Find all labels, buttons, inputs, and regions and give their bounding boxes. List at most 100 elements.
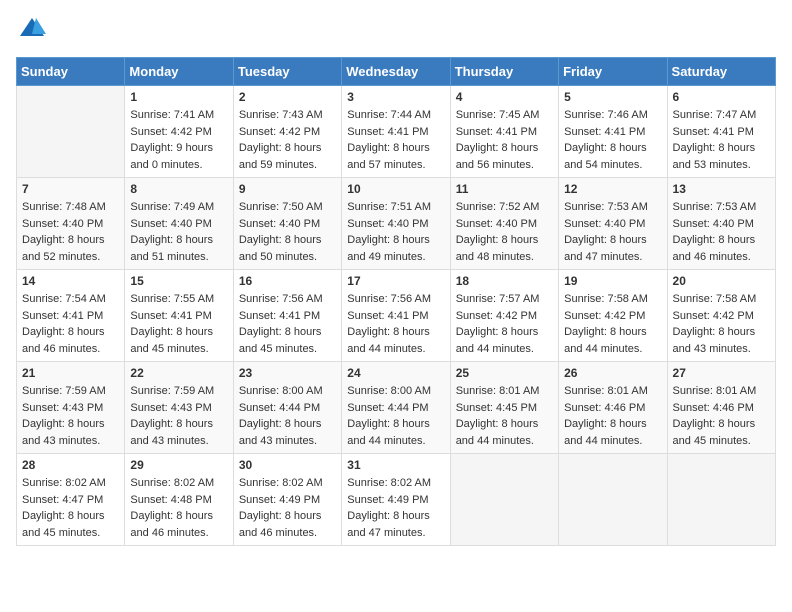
cell-line: Sunset: 4:43 PM (22, 400, 119, 417)
cell-line: and 53 minutes. (673, 157, 770, 174)
day-number: 3 (347, 90, 444, 104)
day-number: 12 (564, 182, 661, 196)
cell-line: Sunset: 4:41 PM (239, 308, 336, 325)
calendar-cell: 8Sunrise: 7:49 AMSunset: 4:40 PMDaylight… (125, 178, 233, 270)
cell-line: Sunrise: 7:46 AM (564, 107, 661, 124)
cell-line: Daylight: 8 hours (564, 324, 661, 341)
cell-line: and 46 minutes. (239, 525, 336, 542)
cell-line: Sunset: 4:42 PM (673, 308, 770, 325)
cell-line: Sunset: 4:43 PM (130, 400, 227, 417)
cell-line: and 43 minutes. (22, 433, 119, 450)
cell-line: Sunset: 4:46 PM (564, 400, 661, 417)
cell-line: Sunset: 4:49 PM (239, 492, 336, 509)
cell-line: and 46 minutes. (673, 249, 770, 266)
day-number: 26 (564, 366, 661, 380)
calendar-cell: 29Sunrise: 8:02 AMSunset: 4:48 PMDayligh… (125, 454, 233, 546)
day-number: 18 (456, 274, 553, 288)
calendar-cell: 13Sunrise: 7:53 AMSunset: 4:40 PMDayligh… (667, 178, 775, 270)
cell-line: Daylight: 8 hours (347, 508, 444, 525)
calendar-cell (667, 454, 775, 546)
cell-line: Sunrise: 7:58 AM (564, 291, 661, 308)
day-number: 15 (130, 274, 227, 288)
cell-line: Daylight: 8 hours (22, 416, 119, 433)
cell-line: and 45 minutes. (673, 433, 770, 450)
calendar-cell (450, 454, 558, 546)
calendar-cell: 4Sunrise: 7:45 AMSunset: 4:41 PMDaylight… (450, 86, 558, 178)
cell-line: Sunrise: 7:48 AM (22, 199, 119, 216)
weekday-header-tuesday: Tuesday (233, 58, 341, 86)
cell-line: Daylight: 8 hours (673, 324, 770, 341)
calendar-cell: 2Sunrise: 7:43 AMSunset: 4:42 PMDaylight… (233, 86, 341, 178)
calendar-cell: 23Sunrise: 8:00 AMSunset: 4:44 PMDayligh… (233, 362, 341, 454)
cell-line: and 44 minutes. (456, 433, 553, 450)
cell-line: Sunrise: 8:02 AM (130, 475, 227, 492)
cell-line: and 54 minutes. (564, 157, 661, 174)
cell-line: Sunset: 4:42 PM (130, 124, 227, 141)
cell-line: Sunset: 4:45 PM (456, 400, 553, 417)
day-number: 28 (22, 458, 119, 472)
cell-line: Sunrise: 7:54 AM (22, 291, 119, 308)
day-number: 23 (239, 366, 336, 380)
cell-line: Sunset: 4:47 PM (22, 492, 119, 509)
cell-line: Daylight: 8 hours (456, 140, 553, 157)
cell-line: Daylight: 8 hours (673, 232, 770, 249)
cell-line: Daylight: 8 hours (564, 416, 661, 433)
calendar-cell: 24Sunrise: 8:00 AMSunset: 4:44 PMDayligh… (342, 362, 450, 454)
cell-line: and 59 minutes. (239, 157, 336, 174)
calendar-week-3: 14Sunrise: 7:54 AMSunset: 4:41 PMDayligh… (17, 270, 776, 362)
day-number: 1 (130, 90, 227, 104)
calendar-cell: 18Sunrise: 7:57 AMSunset: 4:42 PMDayligh… (450, 270, 558, 362)
weekday-header-sunday: Sunday (17, 58, 125, 86)
cell-line: Daylight: 8 hours (130, 232, 227, 249)
cell-line: Sunrise: 7:56 AM (347, 291, 444, 308)
cell-line: Daylight: 8 hours (456, 416, 553, 433)
day-number: 25 (456, 366, 553, 380)
calendar-cell: 11Sunrise: 7:52 AMSunset: 4:40 PMDayligh… (450, 178, 558, 270)
calendar-cell: 3Sunrise: 7:44 AMSunset: 4:41 PMDaylight… (342, 86, 450, 178)
cell-line: and 47 minutes. (564, 249, 661, 266)
day-number: 29 (130, 458, 227, 472)
calendar-cell: 26Sunrise: 8:01 AMSunset: 4:46 PMDayligh… (559, 362, 667, 454)
cell-line: Sunrise: 7:53 AM (673, 199, 770, 216)
cell-line: Daylight: 8 hours (239, 324, 336, 341)
calendar-cell: 14Sunrise: 7:54 AMSunset: 4:41 PMDayligh… (17, 270, 125, 362)
cell-line: and 46 minutes. (130, 525, 227, 542)
logo (16, 16, 46, 45)
day-number: 19 (564, 274, 661, 288)
cell-line: and 0 minutes. (130, 157, 227, 174)
cell-line: Sunrise: 7:57 AM (456, 291, 553, 308)
cell-line: and 47 minutes. (347, 525, 444, 542)
calendar-cell: 9Sunrise: 7:50 AMSunset: 4:40 PMDaylight… (233, 178, 341, 270)
cell-line: Sunset: 4:42 PM (239, 124, 336, 141)
cell-line: Sunrise: 7:44 AM (347, 107, 444, 124)
day-number: 17 (347, 274, 444, 288)
cell-line: and 48 minutes. (456, 249, 553, 266)
day-number: 5 (564, 90, 661, 104)
cell-line: Daylight: 8 hours (239, 416, 336, 433)
day-number: 2 (239, 90, 336, 104)
cell-line: and 45 minutes. (22, 525, 119, 542)
cell-line: Sunrise: 7:52 AM (456, 199, 553, 216)
cell-line: and 44 minutes. (564, 433, 661, 450)
cell-line: Sunrise: 7:56 AM (239, 291, 336, 308)
cell-line: Sunrise: 7:53 AM (564, 199, 661, 216)
weekday-header-thursday: Thursday (450, 58, 558, 86)
cell-line: Sunrise: 7:58 AM (673, 291, 770, 308)
cell-line: Daylight: 8 hours (347, 324, 444, 341)
calendar-cell: 7Sunrise: 7:48 AMSunset: 4:40 PMDaylight… (17, 178, 125, 270)
cell-line: Sunrise: 8:02 AM (239, 475, 336, 492)
calendar-cell (559, 454, 667, 546)
cell-line: Daylight: 8 hours (239, 508, 336, 525)
cell-line: Sunrise: 7:47 AM (673, 107, 770, 124)
cell-line: and 44 minutes. (347, 433, 444, 450)
day-number: 31 (347, 458, 444, 472)
calendar-cell: 12Sunrise: 7:53 AMSunset: 4:40 PMDayligh… (559, 178, 667, 270)
cell-line: Daylight: 8 hours (130, 508, 227, 525)
cell-line: Sunset: 4:40 PM (564, 216, 661, 233)
day-number: 24 (347, 366, 444, 380)
cell-line: and 44 minutes. (564, 341, 661, 358)
day-number: 22 (130, 366, 227, 380)
calendar-cell: 1Sunrise: 7:41 AMSunset: 4:42 PMDaylight… (125, 86, 233, 178)
cell-line: Daylight: 8 hours (130, 416, 227, 433)
cell-line: Daylight: 8 hours (22, 508, 119, 525)
